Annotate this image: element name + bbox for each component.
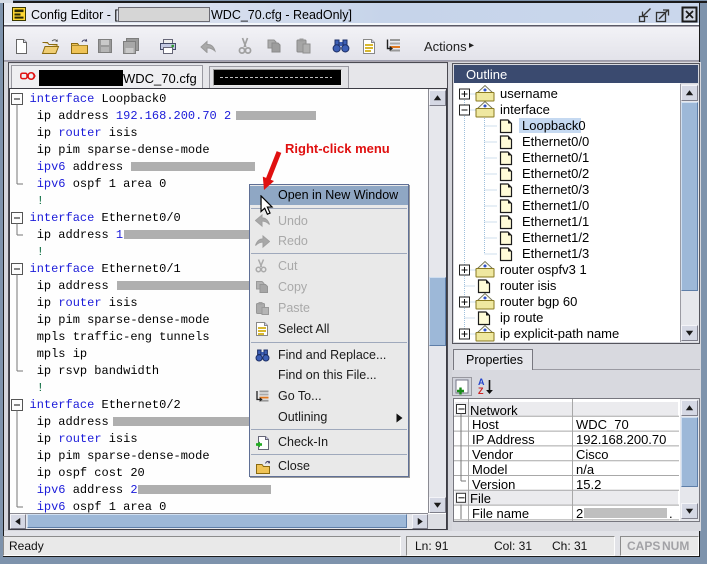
svg-text:Z: Z xyxy=(478,386,484,396)
